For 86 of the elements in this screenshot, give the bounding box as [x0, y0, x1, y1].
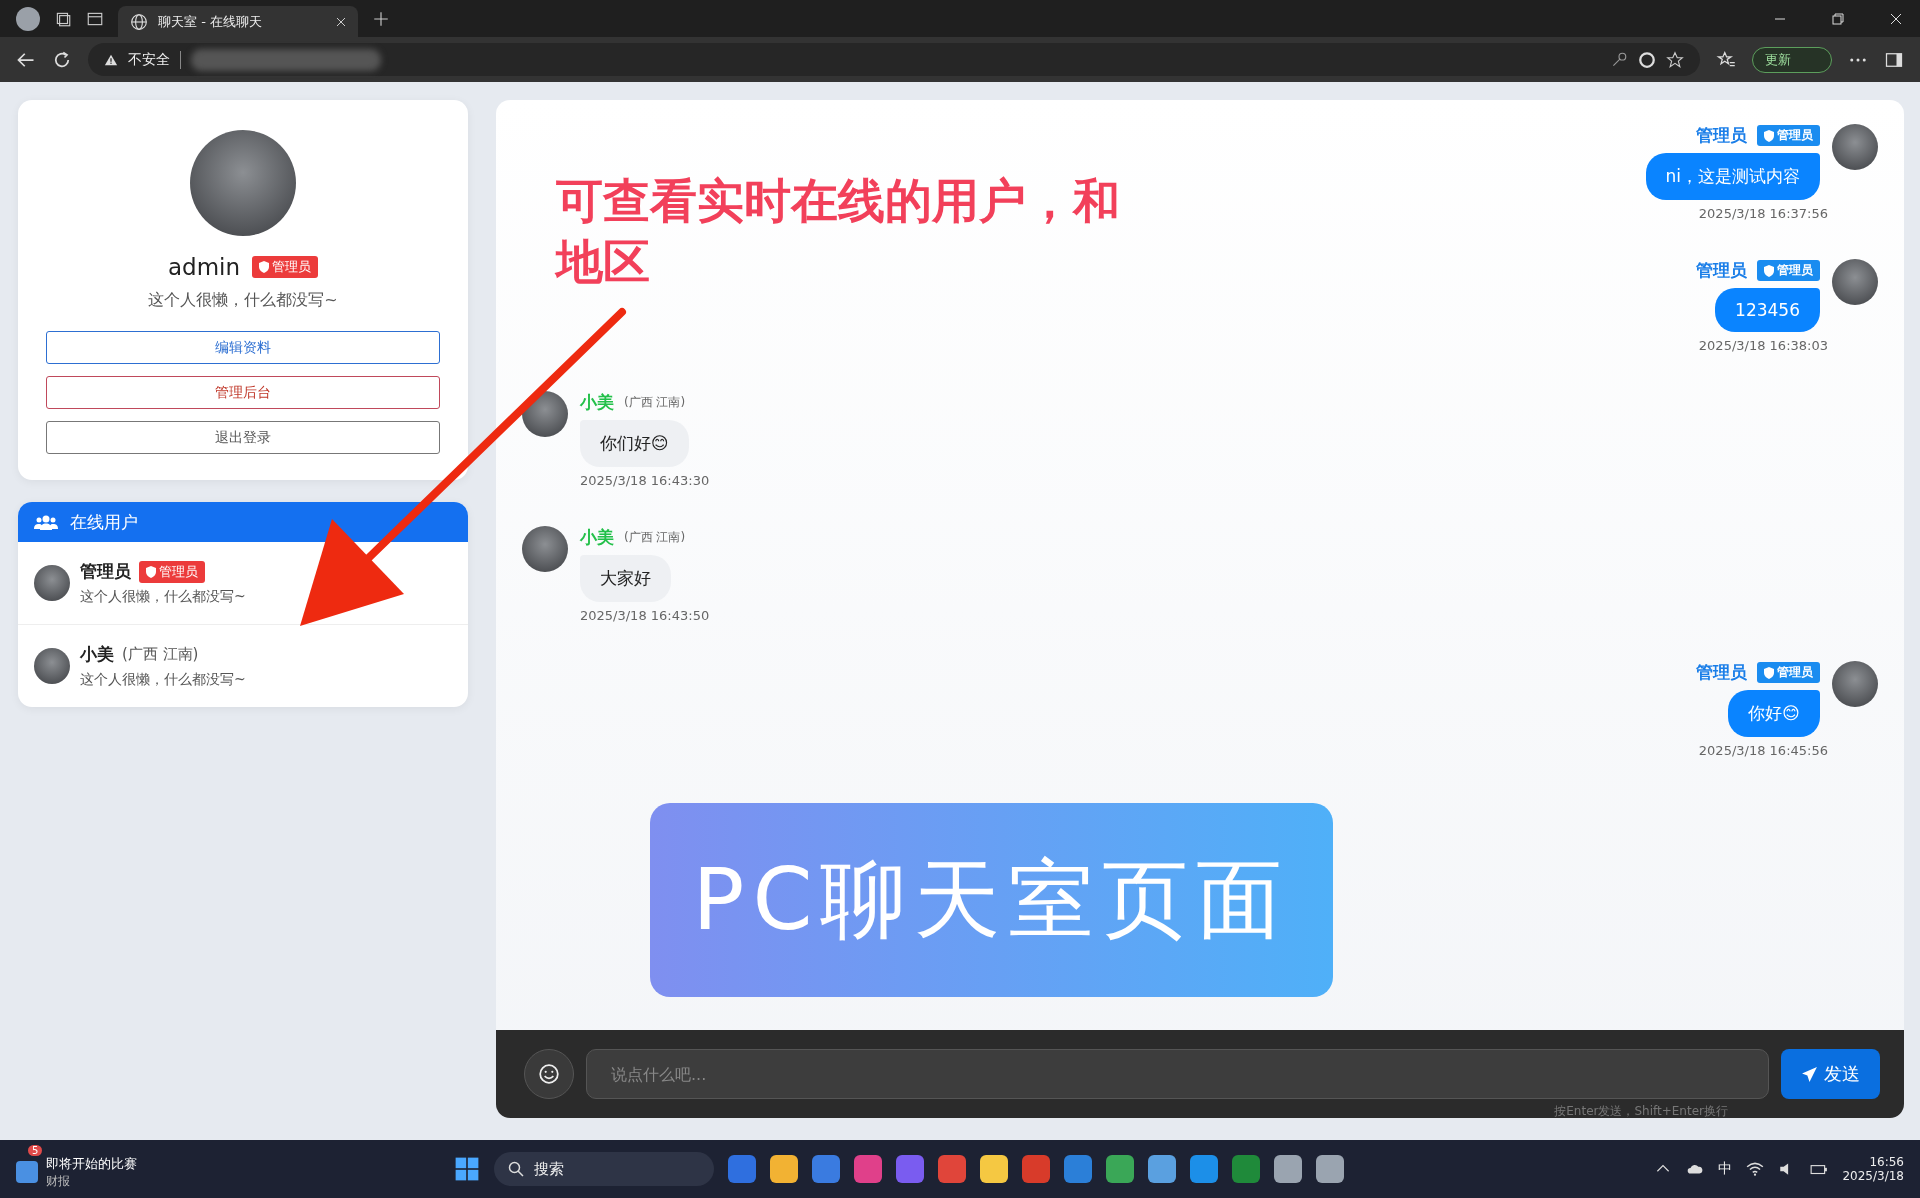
address-field[interactable]: 不安全 — [88, 43, 1700, 76]
role-badge: 管理员 — [1757, 260, 1820, 281]
online-users-title: 在线用户 — [70, 510, 138, 534]
wifi-icon[interactable] — [1746, 1160, 1765, 1178]
avatar — [34, 648, 70, 684]
profile-action-button[interactable]: 编辑资料 — [46, 331, 440, 364]
sender-name: 管理员 — [1696, 259, 1747, 282]
avatar — [34, 565, 70, 601]
app-icon[interactable] — [769, 1155, 798, 1183]
sender-region: (广西 江南) — [624, 529, 686, 546]
online-user-bio: 这个人很懒，什么都没写~ — [80, 588, 246, 606]
new-tab-icon[interactable] — [372, 9, 390, 28]
star-icon[interactable] — [1666, 50, 1684, 69]
clock-date: 2025/3/18 — [1842, 1169, 1904, 1183]
role-badge: 管理员 — [252, 256, 319, 278]
news-icon — [16, 1161, 38, 1183]
online-user-name: 管理员 — [80, 560, 131, 583]
sender-name: 管理员 — [1696, 124, 1747, 147]
input-method-indicator[interactable]: 中 — [1718, 1160, 1733, 1178]
sender-name: 小美 — [580, 526, 614, 549]
update-button[interactable]: 更新 — [1752, 46, 1832, 73]
tab-title: 聊天室 - 在线聊天 — [158, 12, 263, 31]
users-icon — [34, 514, 58, 530]
message-bubble: 你们好😊 — [580, 420, 689, 467]
globe-icon — [130, 12, 148, 31]
message-time: 2025/3/18 16:37:56 — [1698, 206, 1828, 221]
smiley-icon — [538, 1063, 560, 1085]
message-bubble: 你好😊 — [1728, 690, 1820, 737]
user-region: (广西 江南) — [122, 645, 199, 664]
role-badge: 管理员 — [1757, 125, 1820, 146]
user-name: admin — [167, 254, 241, 280]
avatar — [1832, 124, 1878, 170]
avatar — [522, 526, 568, 572]
user-bio: 这个人很懒，什么都没写~ — [148, 290, 338, 311]
message-time: 2025/3/18 16:43:50 — [580, 608, 710, 623]
profile-action-button[interactable]: 管理后台 — [46, 376, 440, 409]
annotation-text: 可查看实时在线的用户，和地区 — [556, 172, 1121, 292]
message-time: 2025/3/18 16:45:56 — [1698, 743, 1828, 758]
sender-name: 小美 — [580, 391, 614, 414]
taskbar-search[interactable]: 搜索 — [493, 1152, 714, 1186]
title-banner: PC聊天室页面 — [650, 803, 1333, 997]
message-time: 2025/3/18 16:43:30 — [580, 473, 710, 488]
online-user-item[interactable]: 小美 (广西 江南) 这个人很懒，什么都没写~ — [18, 625, 468, 707]
shield-icon — [1764, 264, 1774, 277]
online-user-name: 小美 — [80, 643, 114, 666]
news-subtitle: 财报 — [46, 1172, 71, 1190]
app-icon[interactable] — [1189, 1155, 1218, 1183]
send-button[interactable]: 发送 — [1781, 1049, 1880, 1099]
news-widget[interactable]: 5 即将开始的比赛 财报 — [16, 1144, 143, 1194]
app-icon[interactable] — [1273, 1155, 1302, 1183]
sender-region: (广西 江南) — [624, 394, 686, 411]
app-icon[interactable] — [1105, 1155, 1134, 1183]
app-icon[interactable] — [979, 1155, 1008, 1183]
refresh-icon[interactable] — [52, 49, 72, 70]
shield-icon — [1764, 666, 1774, 679]
notification-badge: 5 — [28, 1144, 43, 1156]
browser-tab[interactable]: 聊天室 - 在线聊天 — [118, 6, 358, 37]
close-icon[interactable] — [336, 16, 346, 27]
shield-icon — [259, 261, 270, 273]
key-icon[interactable] — [1610, 50, 1628, 69]
message-time: 2025/3/18 16:38:03 — [1698, 338, 1828, 353]
app-icon[interactable] — [1147, 1155, 1176, 1183]
restore-icon[interactable] — [1830, 10, 1846, 27]
avatar — [1832, 661, 1878, 707]
shield-icon — [1764, 129, 1774, 142]
online-user-bio: 这个人很懒，什么都没写~ — [80, 671, 246, 689]
clock-time: 16:56 — [1869, 1155, 1904, 1169]
shield-icon — [146, 565, 156, 578]
role-badge: 管理员 — [1757, 662, 1820, 683]
input-hint: 按Enter发送，Shift+Enter换行 — [1554, 1103, 1728, 1118]
message-bubble: 123456 — [1715, 288, 1820, 332]
role-badge: 管理员 — [139, 560, 205, 583]
message-bubble: 大家好 — [580, 555, 671, 602]
search-icon — [507, 1161, 524, 1177]
profile-icon[interactable] — [16, 6, 40, 31]
app-icon[interactable] — [1315, 1155, 1344, 1183]
emoji-button[interactable] — [524, 1049, 574, 1099]
security-label: 不安全 — [128, 50, 181, 69]
message-input[interactable]: 说点什么吧... — [586, 1049, 1769, 1099]
send-icon — [1801, 1065, 1818, 1083]
sender-name: 管理员 — [1696, 661, 1747, 684]
message-bubble: ni，这是测试内容 — [1645, 153, 1820, 200]
news-title: 即将开始的比赛 — [46, 1154, 137, 1173]
avatar — [1832, 259, 1878, 305]
profile-action-button[interactable]: 退出登录 — [46, 421, 440, 454]
start-icon[interactable] — [453, 1156, 480, 1182]
